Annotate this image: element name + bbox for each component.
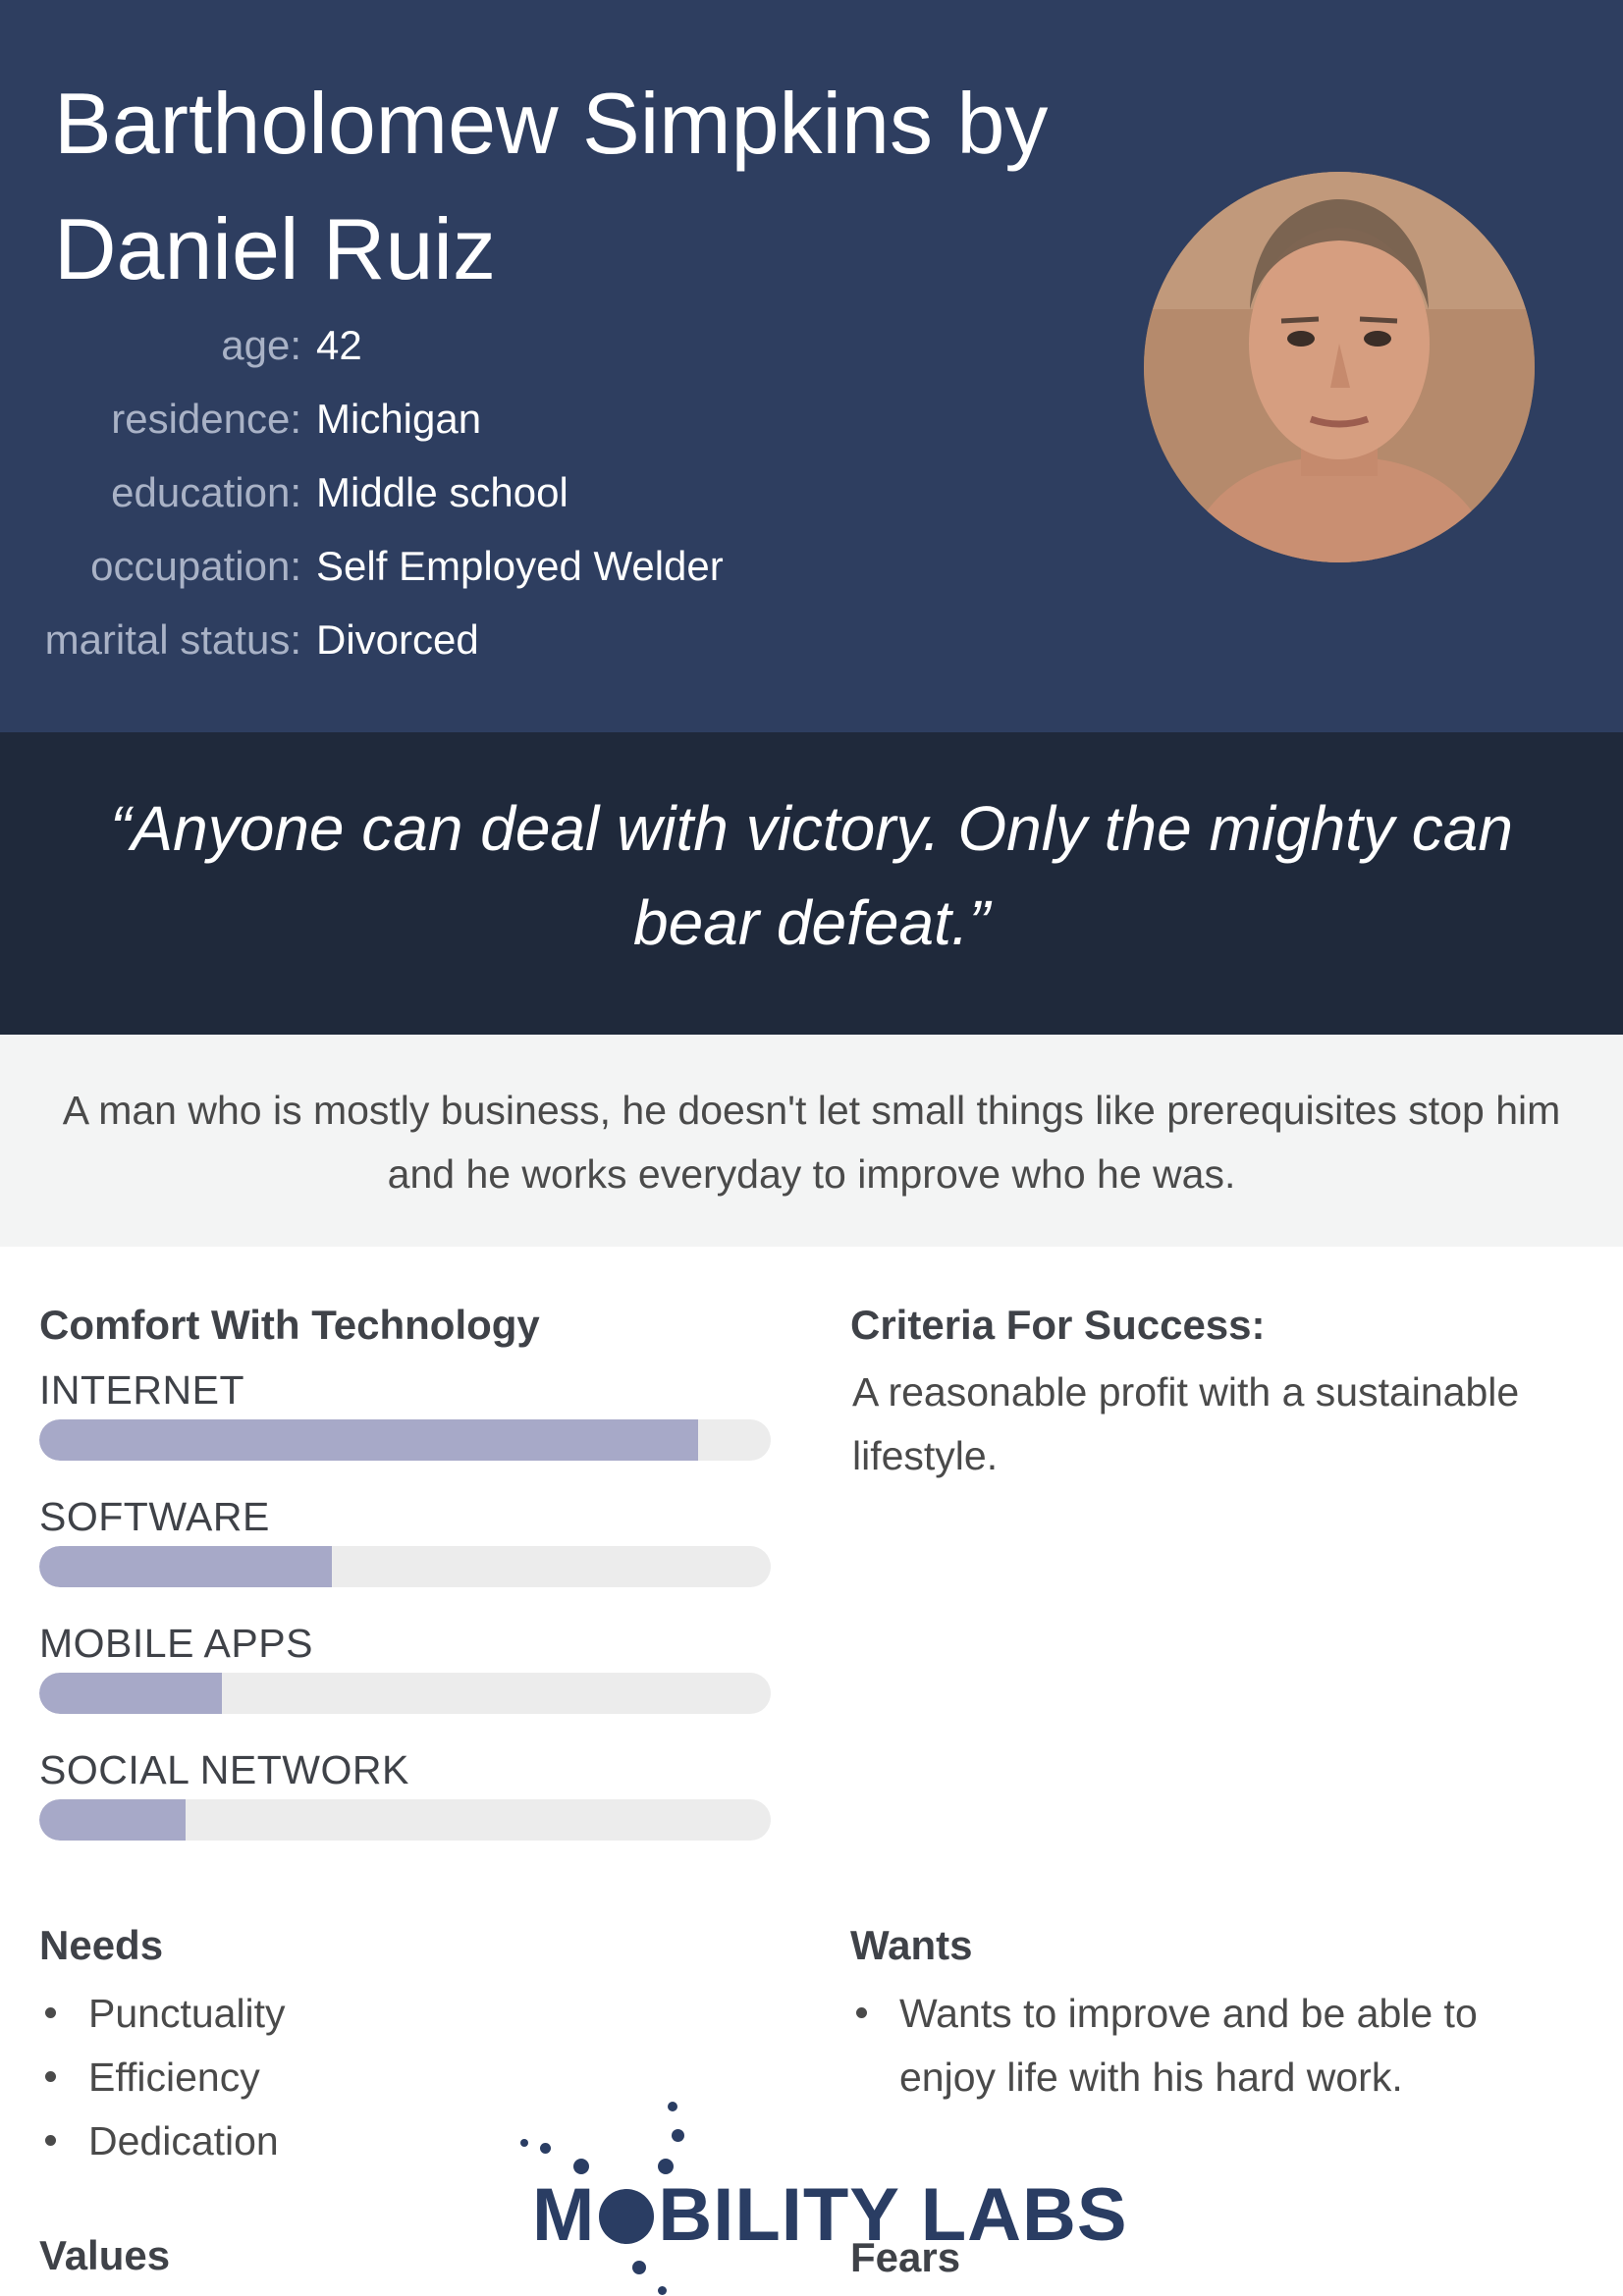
list-item-text: Wants to improve and be able to enjoy li… [899,1991,1478,2100]
tech-bar-software [39,1546,771,1587]
bullet-icon [45,2007,56,2018]
list-item: Dedication [39,2109,550,2173]
logo-dot [672,2129,684,2142]
fact-value: Middle school [316,469,568,515]
fact-occupation: occupation: Self Employed Welder [0,537,785,611]
persona-name: Bartholomew Simpkins by Daniel Ruiz [54,75,1049,297]
tech-bar-fill [39,1419,698,1461]
bio-band: A man who is mostly business, he doesn't… [0,1035,1623,1247]
fact-label: age: [221,322,301,368]
fact-label: marital status: [44,616,301,663]
tech-bar-internet [39,1419,771,1461]
fact-value: Self Employed Welder [316,543,724,589]
fact-value: 42 [316,322,362,368]
logo-text-start: M [532,2173,596,2257]
logo-dot [658,2159,674,2174]
list-item-text: Dedication [88,2118,279,2163]
avatar-photo [1144,172,1535,562]
list-item-text: Punctuality [88,1991,286,2036]
logo-dot [632,2261,646,2274]
tech-bar-mobile-apps [39,1673,771,1714]
persona-quote: “Anyone can deal with victory. Only the … [110,793,1513,958]
list-item: Punctuality [39,1982,550,2046]
mobility-labs-logo: M BILITY LABS [511,2086,1127,2296]
list-item-text: Efficiency [88,2055,260,2100]
fact-value: Divorced [316,616,479,663]
logo-dot [658,2286,667,2295]
logo-dot [573,2159,589,2174]
bullet-icon [45,2135,56,2146]
persona-bio: A man who is mostly business, he doesn't… [62,1088,1561,1197]
wants-heading: Wants [850,1922,973,1968]
tech-bar-fill [39,1546,332,1587]
bullet-icon [45,2071,56,2082]
fact-label: occupation: [90,543,301,589]
tech-bar-fill [39,1673,223,1714]
technology-heading: Comfort With Technology [39,1302,540,1348]
fact-education: education: Middle school [0,463,785,537]
quote-band: “Anyone can deal with victory. Only the … [0,732,1623,1035]
tech-label-software: SOFTWARE [39,1494,270,1539]
logo-wordmark: M BILITY LABS [532,2176,1128,2255]
logo-dot [520,2139,528,2147]
fact-value: Michigan [316,396,482,442]
tech-bar-fill [39,1799,186,1841]
tech-label-internet: INTERNET [39,1367,244,1413]
tech-label-mobile-apps: MOBILE APPS [39,1621,313,1666]
logo-dot [540,2143,551,2154]
success-text: A reasonable profit with a sustainable l… [852,1369,1520,1478]
values-heading: Values [39,2232,171,2278]
needs-heading: Needs [39,1922,164,1968]
logo-o-dot-icon [599,2189,655,2244]
bullet-icon [856,2007,867,2018]
fact-label: residence: [111,396,301,442]
needs-list: Punctuality Efficiency Dedication [39,1982,550,2173]
fact-age: age: 42 [0,316,785,390]
success-heading: Criteria For Success: [850,1302,1266,1348]
list-item: Efficiency [39,2046,550,2109]
avatar-face-icon [1144,172,1535,562]
fact-label: education: [111,469,301,515]
logo-text-end: BILITY LABS [658,2173,1128,2257]
tech-bar-social-network [39,1799,771,1841]
fact-residence: residence: Michigan [0,390,785,463]
logo-dot [668,2102,677,2111]
persona-header: Bartholomew Simpkins by Daniel Ruiz age:… [0,0,1623,732]
fact-marital-status: marital status: Divorced [0,611,785,684]
tech-label-social-network: SOCIAL NETWORK [39,1747,409,1792]
